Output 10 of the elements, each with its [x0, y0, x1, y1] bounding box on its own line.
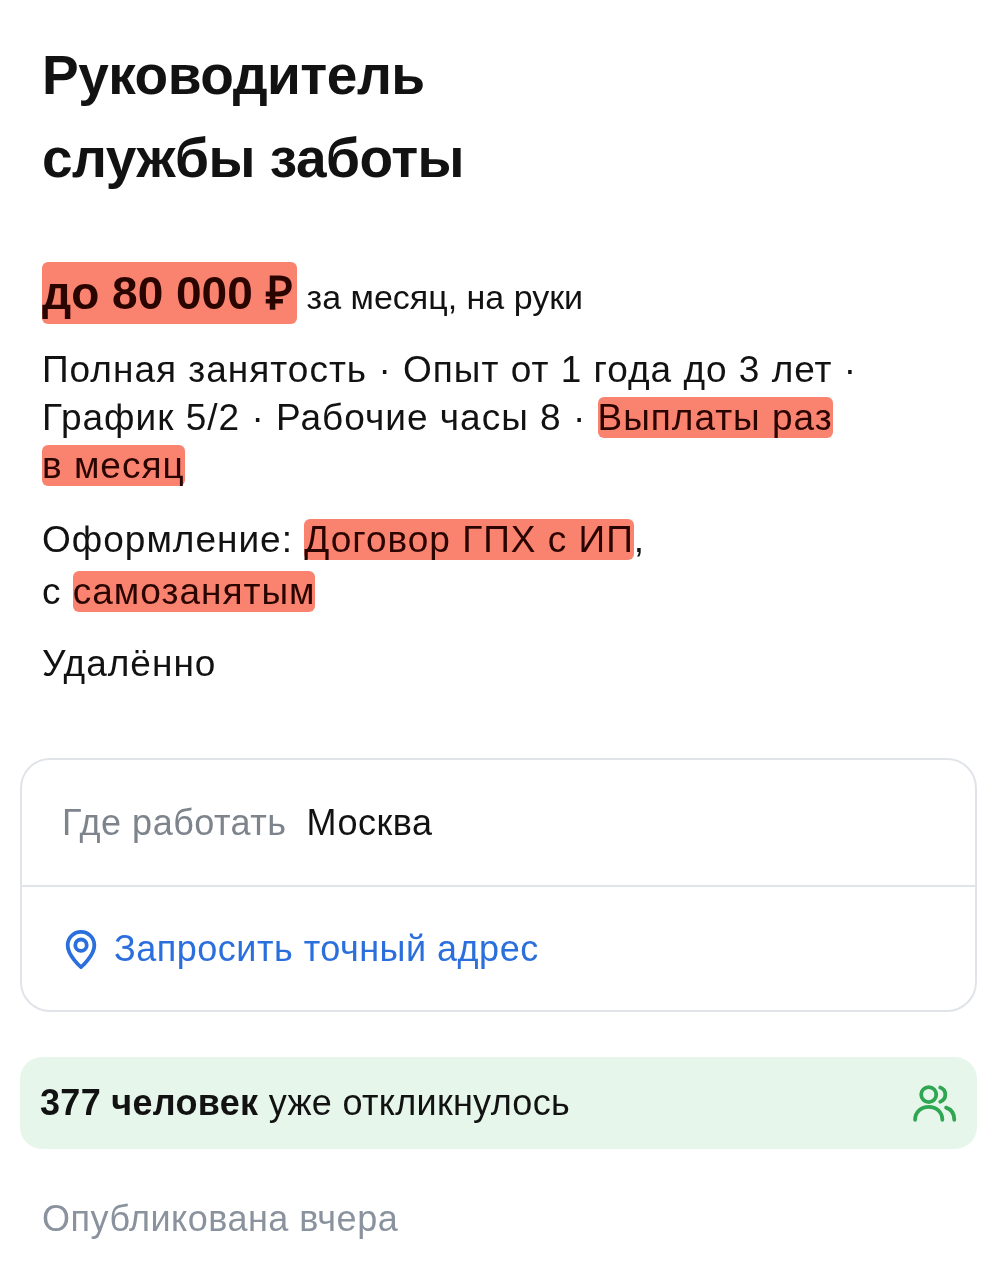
location-label: Где работать: [62, 800, 287, 845]
published-date-text: Опубликована вчера: [41, 1197, 400, 1241]
city-text: Москва: [306, 800, 433, 845]
responses-text: 377 человек уже откликнулось: [40, 1081, 570, 1125]
vacancy-title: Руководитель службы заботы: [42, 43, 466, 191]
employment-type-text: Оформление: Договор ГПХ с ИП, с самозанятым: [42, 518, 647, 614]
request-address-link[interactable]: Запросить точный адрес: [114, 921, 539, 976]
salary-amount: до 80 000 ₽: [42, 262, 297, 324]
work-format-text: Удалённо: [42, 642, 218, 686]
salary-period: за месяц, на руки: [306, 277, 584, 318]
